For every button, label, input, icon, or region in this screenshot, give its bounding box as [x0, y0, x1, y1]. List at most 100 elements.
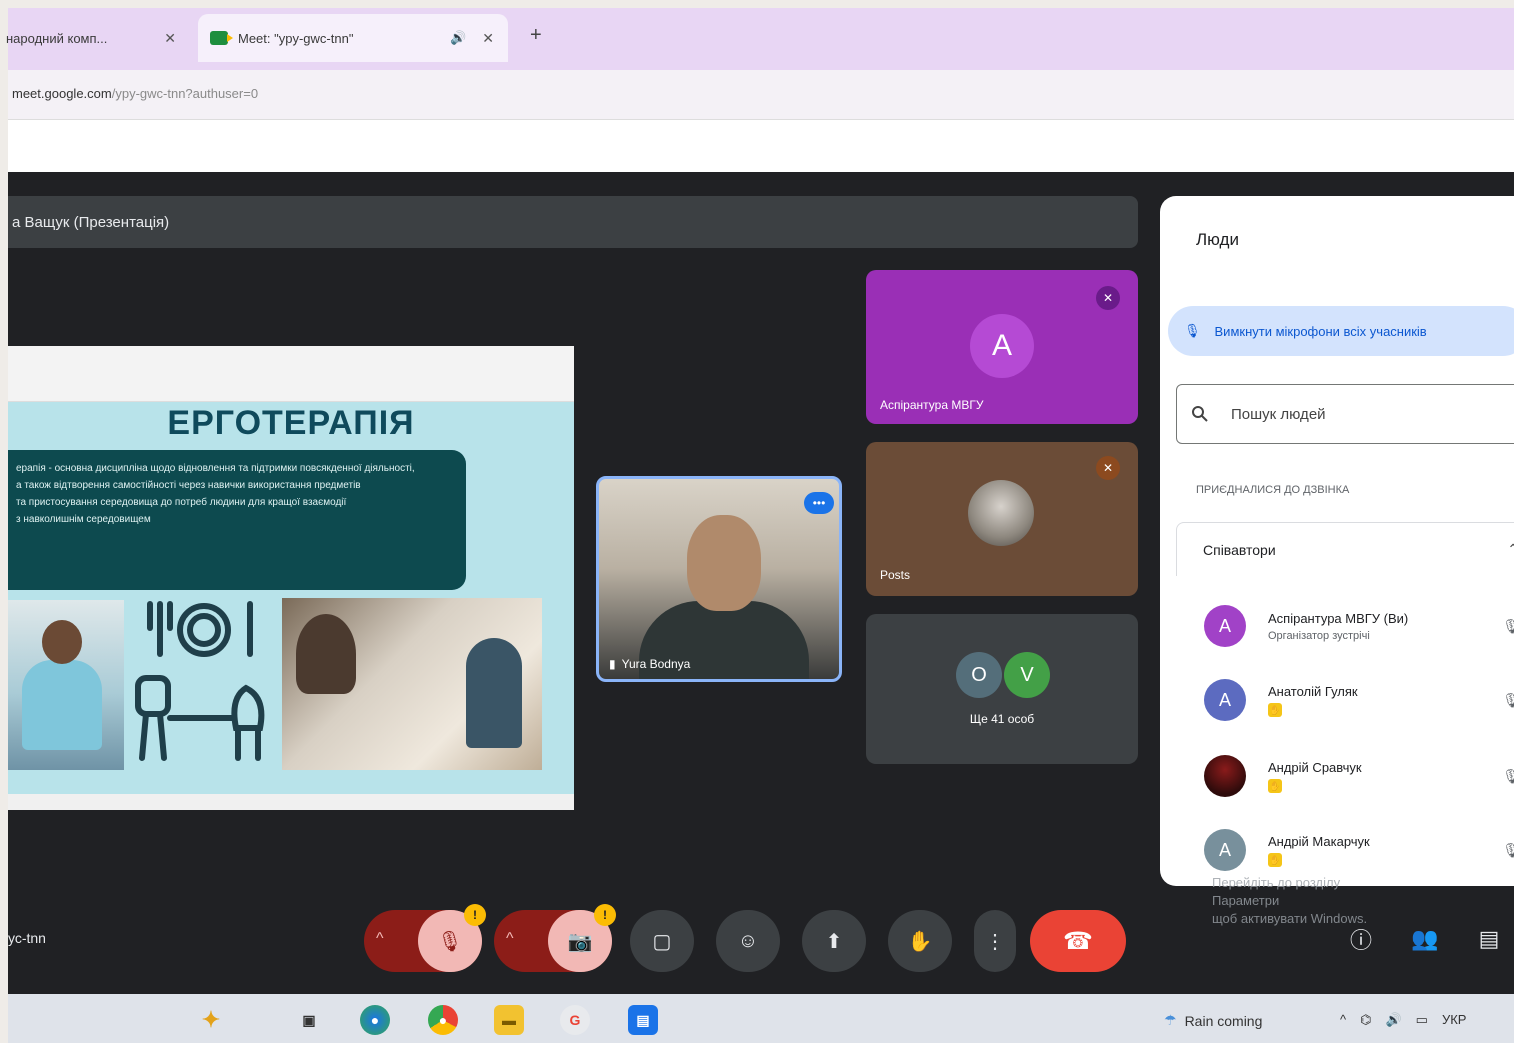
avatar: A [1204, 605, 1246, 647]
speaker-icon[interactable]: 🔊 [450, 30, 466, 46]
dining-utensils-icon [135, 601, 265, 761]
mic-off-icon: 🎙 [437, 930, 463, 953]
section-label: ПРИЄДНАЛИСЯ ДО ДЗВІНКА [1196, 484, 1350, 496]
task-view-icon[interactable]: ▣ [294, 1005, 324, 1035]
system-tray[interactable]: ^ ⌬ 🔊 ▭ УКР [1340, 1012, 1466, 1028]
presenter-label: а Ващук (Презентація) [12, 213, 170, 231]
docs-app-icon[interactable]: ▤ [628, 1005, 658, 1035]
hand-icon: ✋ [907, 930, 933, 953]
more-options-button[interactable]: ⋮ [974, 910, 1016, 972]
bookmarks-bar [8, 120, 1514, 172]
mic-icon[interactable]: 🎙 [1502, 692, 1514, 709]
participant-row[interactable]: A Аспірантура МВГУ (Ви) Організатор зуст… [1176, 590, 1514, 662]
photos-app-icon[interactable]: ● [360, 1005, 390, 1035]
meeting-code: ус-tnn [8, 930, 46, 946]
avatar: O [956, 652, 1002, 698]
network-icon[interactable]: ⌬ [1360, 1012, 1371, 1028]
captions-button[interactable]: ▢ [630, 910, 694, 972]
present-button[interactable]: ⬆ [802, 910, 866, 972]
tab-inactive-label: народний комп... [6, 30, 108, 46]
tile-name: Yura Bodnya [621, 657, 691, 671]
copilot-icon[interactable]: ✦ [196, 1005, 226, 1035]
slide-text-line: ерапія - основна дисципліна щодо відновл… [16, 463, 415, 474]
url-path: /ypy-gwc-tnn?authuser=0 [111, 86, 259, 101]
video-tile-aspirantura[interactable]: A ✕ Аспірантура МВГУ [866, 270, 1138, 424]
participant-name: Андрій Макарчук [1268, 833, 1370, 849]
battery-icon[interactable]: ▭ [1416, 1012, 1428, 1028]
reactions-button[interactable]: ☺ [716, 910, 780, 972]
captions-icon: ▢ [652, 930, 672, 953]
tile-name: Аспірантура МВГУ [880, 398, 984, 412]
search-people-field[interactable]: Пошук людей [1176, 384, 1514, 444]
avatar: A [1204, 679, 1246, 721]
mic-off-icon: ✕ [1096, 286, 1120, 310]
slide-photo-family [282, 598, 542, 770]
avatar: A [970, 314, 1034, 378]
mic-off-icon: ✕ [1096, 456, 1120, 480]
raise-hand-button[interactable]: ✋ [888, 910, 952, 972]
activate-windows-watermark: Перейдіть до розділу Параметри щоб актив… [1212, 874, 1512, 928]
avatar: V [1004, 652, 1050, 698]
pin-icon: ▮ [609, 657, 616, 671]
leave-call-button[interactable]: ☎ [1030, 910, 1126, 972]
mic-icon[interactable]: 🎙 [1502, 618, 1514, 635]
chrome-icon[interactable]: ● [428, 1005, 458, 1035]
participant-row[interactable]: Андрій Сравчук ✋ 🎙 [1176, 740, 1514, 812]
more-vert-icon: ⋮ [985, 930, 1005, 953]
video-tile-posts[interactable]: ✕ Posts [866, 442, 1138, 596]
video-tile-others[interactable]: O V Ще 41 особ [866, 614, 1138, 764]
meet-icon [210, 31, 233, 45]
volume-icon[interactable]: 🔊 [1385, 1012, 1401, 1028]
slide-title: ЕРГОТЕРАПІЯ [167, 404, 415, 442]
group-label: Співавтори [1203, 541, 1276, 558]
new-tab-button[interactable]: + [530, 24, 542, 47]
search-placeholder: Пошук людей [1231, 405, 1326, 423]
participant-name: Аспірантура МВГУ (Ви) [1268, 610, 1409, 626]
slide-text-line: з навколишнім середовищем [16, 514, 151, 525]
shared-window-statusbar [8, 794, 574, 810]
camera-off-icon: 📷 [567, 930, 593, 953]
mic-icon[interactable]: 🎙 [1502, 768, 1514, 785]
tab-close-icon[interactable]: ✕ [164, 30, 176, 47]
windows-taskbar [8, 994, 1514, 1043]
chat-icon[interactable]: ▤ [1472, 922, 1506, 956]
participant-row[interactable]: A Анатолій Гуляк ✋ 🎙 [1176, 664, 1514, 736]
avatar [968, 480, 1034, 546]
avatar [1204, 755, 1246, 797]
shared-window-toolbar [8, 346, 574, 402]
slide-photo-woman [8, 600, 124, 770]
rain-icon: ☂ [1164, 1012, 1177, 1028]
emoji-icon: ☺ [737, 929, 759, 952]
call-end-icon: ☎ [1063, 927, 1093, 955]
mic-off-icon: 🎙 [1184, 323, 1201, 338]
raised-hand-icon: ✋ [1268, 852, 1282, 867]
watermark-line: Параметри [1212, 893, 1280, 908]
mute-all-label: Вимкнути мікрофони всіх учасників [1214, 323, 1427, 339]
people-icon[interactable]: 👥 [1408, 922, 1442, 956]
chevron-up-icon: ⌃ [1507, 541, 1514, 557]
mic-options-chevron-icon[interactable]: ^ [376, 930, 384, 948]
participant-role: Організатор зустрічі [1268, 629, 1370, 642]
google-app-icon[interactable]: G [560, 1005, 590, 1035]
present-screen-icon: ⬆ [825, 930, 843, 953]
weather-label: Rain coming [1184, 1012, 1263, 1029]
presenter-bar: а Ващук (Презентація) [8, 196, 1138, 248]
url-text[interactable]: meet.google.com/ypy-gwc-tnn?authuser=0 [12, 86, 258, 101]
mic-icon[interactable]: 🎙 [1502, 842, 1514, 859]
language-indicator[interactable]: УКР [1442, 1012, 1467, 1028]
participant-name: Анатолій Гуляк [1268, 683, 1358, 699]
info-icon[interactable]: ⓘ [1344, 922, 1378, 956]
file-explorer-icon[interactable]: ▬ [494, 1005, 524, 1035]
chevron-up-icon[interactable]: ^ [1340, 1012, 1346, 1028]
tab-inactive[interactable]: народний комп... ✕ [0, 14, 190, 62]
others-count: Ще 41 особ [969, 712, 1035, 726]
tab-active[interactable]: Meet: "ypy-gwc-tnn" 🔊 ✕ [198, 14, 508, 62]
camera-options-chevron-icon[interactable]: ^ [506, 930, 514, 948]
avatar: A [1204, 829, 1246, 871]
speaking-indicator-icon: ••• [804, 492, 834, 514]
watermark-line: Перейдіть до розділу [1212, 875, 1341, 890]
weather-widget[interactable]: ☂ Rain coming [1164, 1012, 1262, 1029]
mute-all-button[interactable]: 🎙 Вимкнути мікрофони всіх учасників [1168, 306, 1514, 356]
group-header-contributors[interactable]: Співавтори ⌃ [1176, 522, 1514, 576]
tab-close-icon[interactable]: ✕ [482, 30, 494, 47]
